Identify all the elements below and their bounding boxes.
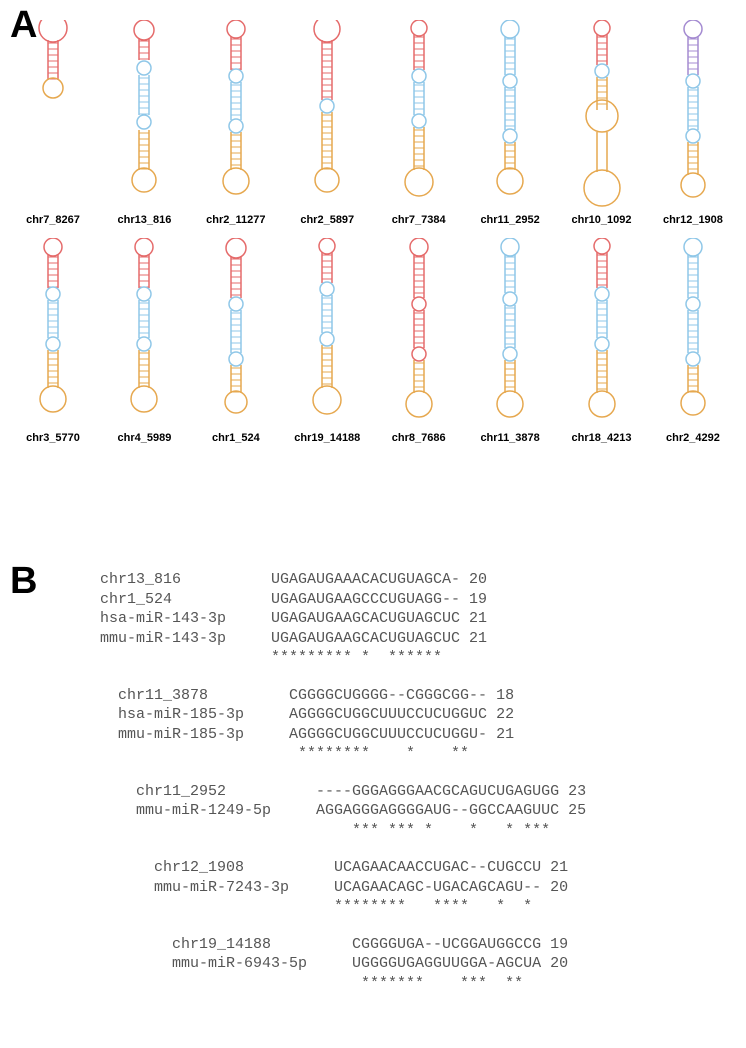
structure-label: chr12_1908 xyxy=(663,214,723,226)
rna-hairpin-icon xyxy=(379,20,459,210)
alignment-row: mmu-miR-185-3p AGGGGCUGGCUUUCCUCUGGU- 21 xyxy=(100,725,586,745)
rna-hairpin-icon xyxy=(470,20,550,210)
rna-structure: chr2_5897 xyxy=(282,20,372,226)
structure-row-1: chr7_8267 chr13_816 chr2_11277 chr2_5897 chr… xyxy=(8,20,738,226)
alignment-row: chr1_524 UGAGAUGAAGCCCUGUAGG-- 19 xyxy=(100,590,586,610)
alignment-row: mmu-miR-143-3p UGAGAUGAAGCACUGUAGCUC 21 xyxy=(100,629,586,649)
alignment-row: mmu-miR-6943-5p UGGGGUGAGGUUGGA-AGCUA 20 xyxy=(100,954,586,974)
rna-structure: chr1_524 xyxy=(191,238,281,444)
alignment-consensus: ******* *** ** xyxy=(100,974,586,994)
rna-hairpin-icon xyxy=(104,20,184,210)
alignment-row: chr11_3878 CGGGGCUGGGG--CGGGCGG-- 18 xyxy=(100,686,586,706)
rna-structure: chr7_7384 xyxy=(374,20,464,226)
alignment-block: chr12_1908 UCAGAACAACCUGAC--CUGCCU 21 mm… xyxy=(100,858,586,917)
alignment-block: chr11_3878 CGGGGCUGGGG--CGGGCGG-- 18 hsa… xyxy=(100,686,586,764)
rna-hairpin-icon xyxy=(13,20,93,210)
structure-label: chr19_14188 xyxy=(294,432,360,444)
structure-label: chr11_3878 xyxy=(480,432,539,444)
rna-structure: chr11_3878 xyxy=(465,238,555,444)
rna-structure: chr2_11277 xyxy=(191,20,281,226)
rna-hairpin-icon xyxy=(13,238,93,428)
rna-structure: chr8_7686 xyxy=(374,238,464,444)
rna-hairpin-icon xyxy=(196,20,276,210)
structure-row-2: chr3_5770 chr4_5989 chr1_524 chr19_14188 chr… xyxy=(8,238,738,444)
rna-hairpin-icon xyxy=(562,20,642,210)
structure-label: chr1_524 xyxy=(212,432,260,444)
alignment-consensus: ******** **** * * xyxy=(100,897,586,917)
rna-hairpin-icon xyxy=(653,20,733,210)
panel-b-label: B xyxy=(10,560,37,603)
rna-hairpin-icon xyxy=(653,238,733,428)
alignment-consensus: ******** * ** xyxy=(100,744,586,764)
rna-hairpin-icon xyxy=(104,238,184,428)
structure-label: chr18_4213 xyxy=(572,432,632,444)
rna-structure: chr4_5989 xyxy=(99,238,189,444)
rna-structure: chr19_14188 xyxy=(282,238,372,444)
alignment-row: mmu-miR-1249-5p AGGAGGGAGGGGAUG--GGCCAAG… xyxy=(100,801,586,821)
alignment-row: chr12_1908 UCAGAACAACCUGAC--CUGCCU 21 xyxy=(100,858,586,878)
alignment-row: mmu-miR-7243-3p UCAGAACAGC-UGACAGCAGU-- … xyxy=(100,878,586,898)
alignment-row: hsa-miR-185-3p AGGGGCUGGCUUUCCUCUGGUC 22 xyxy=(100,705,586,725)
alignment-row: chr19_14188 CGGGGUGA--UCGGAUGGCCG 19 xyxy=(100,935,586,955)
alignment-row: chr11_2952 ----GGGAGGGAACGCAGUCUGAGUGG 2… xyxy=(100,782,586,802)
rna-structure: chr3_5770 xyxy=(8,238,98,444)
rna-hairpin-icon xyxy=(470,238,550,428)
rna-structure: chr18_4213 xyxy=(557,238,647,444)
alignment-row: hsa-miR-143-3p UGAGAUGAAGCACUGUAGCUC 21 xyxy=(100,609,586,629)
rna-structure: chr2_4292 xyxy=(648,238,738,444)
rna-hairpin-icon xyxy=(287,20,367,210)
structure-label: chr2_11277 xyxy=(206,214,265,226)
alignment-consensus: ********* * ****** xyxy=(100,648,586,668)
rna-structure: chr10_1092 xyxy=(557,20,647,226)
structure-label: chr7_7384 xyxy=(392,214,446,226)
alignment-consensus: *** *** * * * *** xyxy=(100,821,586,841)
structure-label: chr13_816 xyxy=(118,214,172,226)
structure-label: chr10_1092 xyxy=(572,214,632,226)
panel-a-structures: chr7_8267chr13_816chr2_11277chr2_5897chr… xyxy=(8,20,738,456)
alignment-block: chr19_14188 CGGGGUGA--UCGGAUGGCCG 19 mmu… xyxy=(100,935,586,994)
rna-structure: chr13_816 xyxy=(99,20,189,226)
alignment-block: chr11_2952 ----GGGAGGGAACGCAGUCUGAGUGG 2… xyxy=(100,782,586,841)
structure-label: chr2_4292 xyxy=(666,432,720,444)
rna-hairpin-icon xyxy=(287,238,367,428)
alignment-block: chr13_816 UGAGAUGAAACACUGUAGCA- 20chr1_5… xyxy=(100,570,586,668)
rna-structure: chr11_2952 xyxy=(465,20,555,226)
rna-structure: chr12_1908 xyxy=(648,20,738,226)
structure-label: chr3_5770 xyxy=(26,432,80,444)
rna-hairpin-icon xyxy=(196,238,276,428)
structure-label: chr7_8267 xyxy=(26,214,80,226)
structure-label: chr8_7686 xyxy=(392,432,446,444)
rna-hairpin-icon xyxy=(379,238,459,428)
structure-label: chr2_5897 xyxy=(300,214,354,226)
alignment-row: chr13_816 UGAGAUGAAACACUGUAGCA- 20 xyxy=(100,570,586,590)
structure-label: chr4_5989 xyxy=(118,432,172,444)
structure-label: chr11_2952 xyxy=(480,214,539,226)
panel-b-alignments: chr13_816 UGAGAUGAAACACUGUAGCA- 20chr1_5… xyxy=(100,570,586,1011)
rna-hairpin-icon xyxy=(562,238,642,428)
rna-structure: chr7_8267 xyxy=(8,20,98,226)
